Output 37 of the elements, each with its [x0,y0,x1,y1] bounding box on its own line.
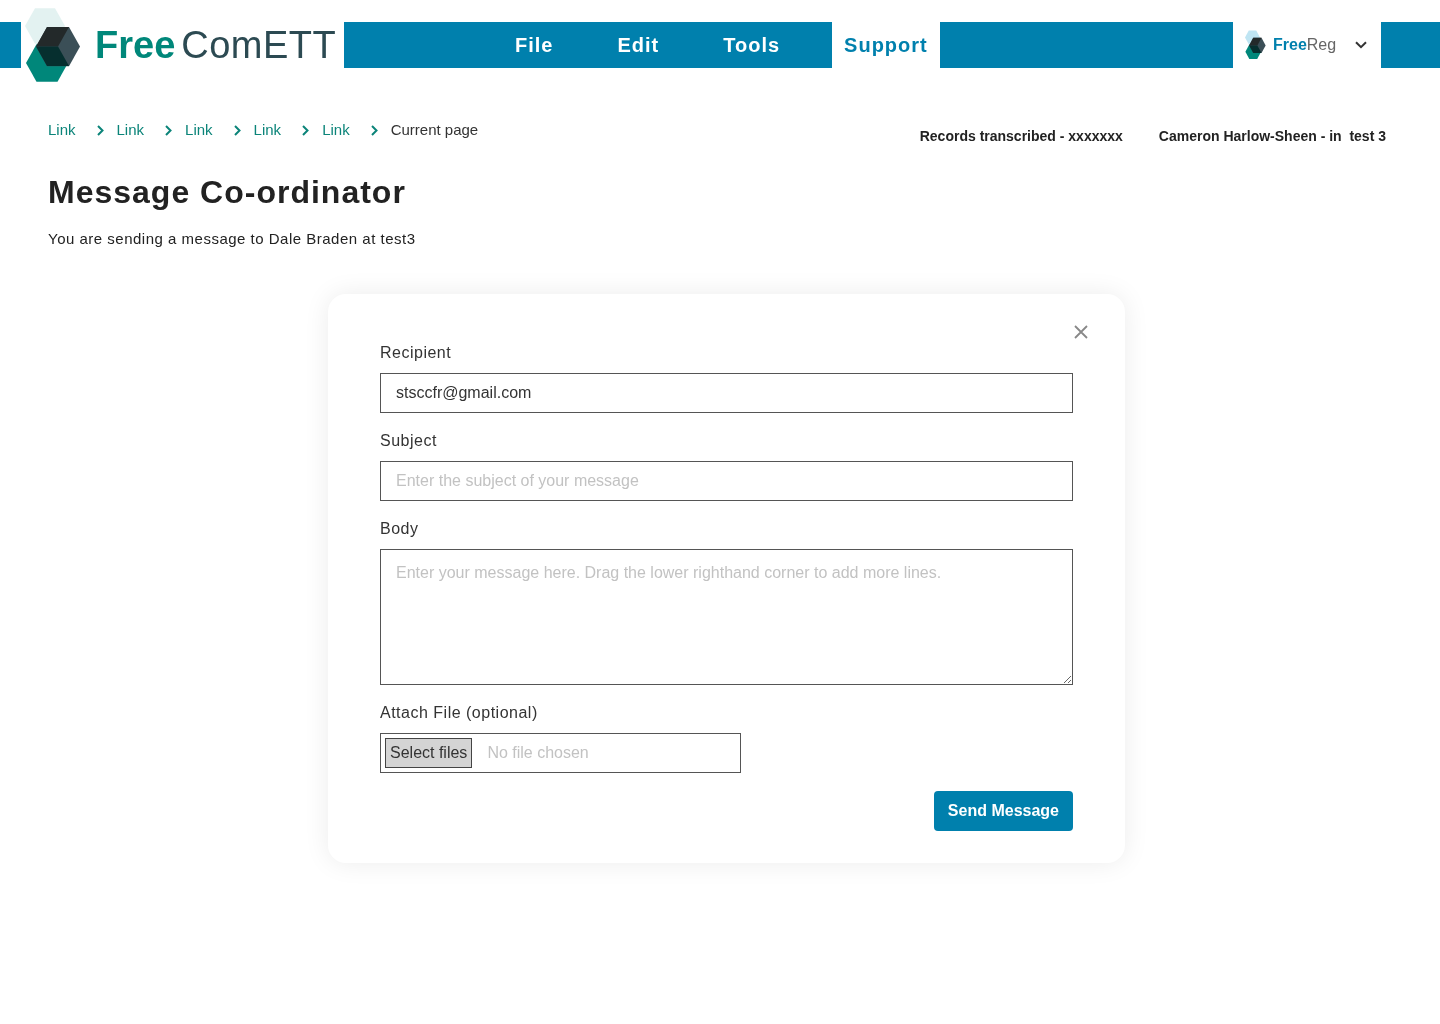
records-count-text: Records transcribed - xxxxxxx [919,127,1123,145]
chevron-right-icon [370,124,378,136]
breadcrumb-link[interactable]: Link [253,120,282,140]
send-message-button[interactable]: Send Message [933,791,1073,831]
text-input-field[interactable]: Enter the subject of your message [380,461,1073,501]
menu-tab[interactable]: File [503,22,566,68]
breadcrumb-current: Current page [390,120,479,140]
breadcrumb-link[interactable]: Link [48,120,76,140]
field-label: Recipient [380,343,453,363]
menu-tab[interactable]: Support [832,22,940,68]
breadcrumb-link[interactable]: Link [185,120,213,140]
chevron-right-icon [233,124,241,136]
user-info-text: Cameron Harlow-Sheen - in test 3 [1158,127,1386,145]
chevron-right-icon [96,124,104,136]
file-input-field[interactable]: Select files No file chosen [380,733,741,773]
breadcrumb-link[interactable]: Link [322,120,350,140]
intro-text: You are sending a message to Dale Braden at test3 [48,229,417,249]
chevron-down-icon [1355,41,1368,49]
site-switcher-dropdown[interactable]: FreeReg [1233,22,1381,68]
menu-tab[interactable]: Tools [711,22,793,68]
field-label: Body [380,519,420,539]
chevron-right-icon [165,124,173,136]
field-label: Subject [380,431,438,451]
field-label: Attach File (optional) [380,703,539,723]
close-icon [1074,325,1088,339]
chevron-right-icon [302,124,310,136]
breadcrumb-link[interactable]: Link [116,120,145,140]
hexagon-logo-icon [25,6,81,84]
menu-tab[interactable]: Edit [605,22,672,68]
close-button[interactable] [1072,323,1090,341]
text-input-field[interactable]: stsccfr@gmail.com [380,373,1073,413]
app-logo-text: Free ComETT [95,26,337,64]
hexagon-logo-icon [1245,30,1266,60]
message-body-field[interactable]: Enter your message here. Drag the lower righthand corner to add more lines. [380,549,1073,685]
page-title: Message Co-ordinator [48,173,407,211]
file-status-text: No file chosen [487,743,589,763]
select-files-button[interactable]: Select files [385,738,473,768]
